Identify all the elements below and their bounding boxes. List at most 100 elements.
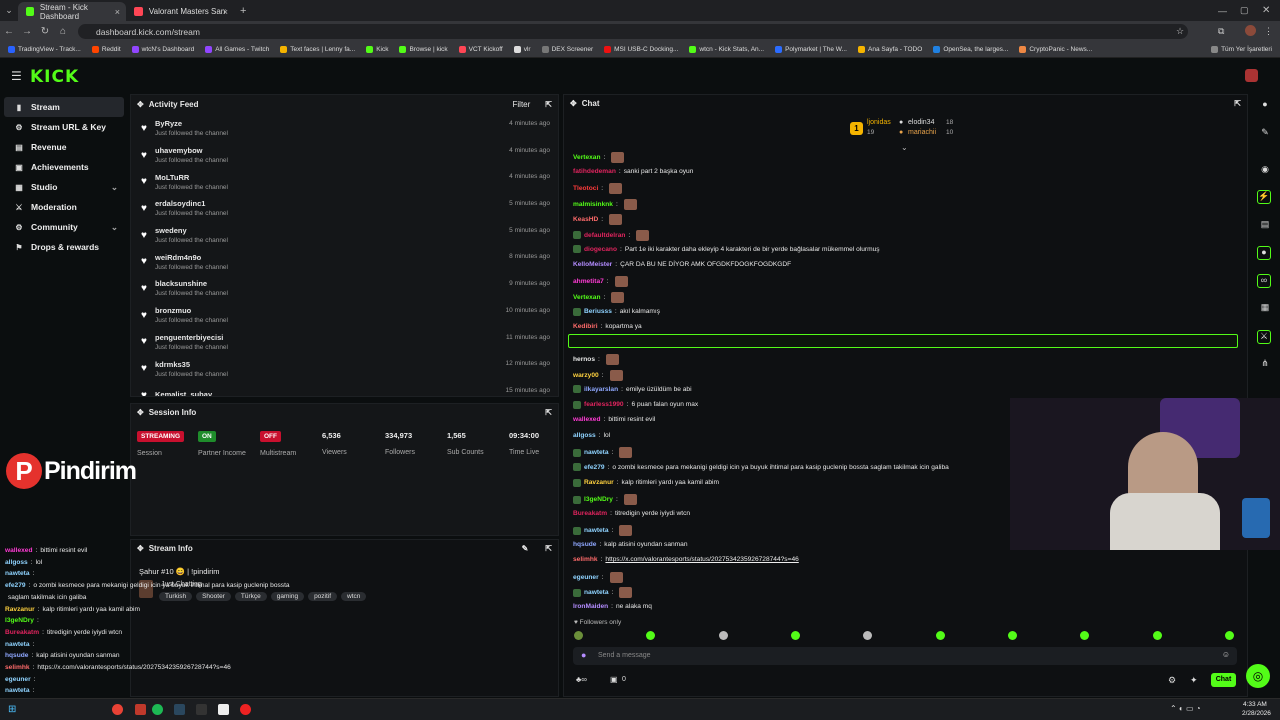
bookmark-item[interactable]: CryptoPanic - News... bbox=[1019, 45, 1092, 53]
document-icon[interactable]: ▤ bbox=[1258, 219, 1272, 233]
stream-tag[interactable]: Shooter bbox=[196, 592, 231, 601]
window-close-icon[interactable]: ✕ bbox=[1262, 5, 1270, 16]
activity-item[interactable]: ♥ ByRyze Just followed the channel 4 minute… bbox=[131, 115, 558, 142]
activity-item[interactable]: ♥ kdrmks35 Just followed the channel 12 min… bbox=[131, 355, 558, 382]
taskbar-app-icon[interactable] bbox=[174, 704, 185, 715]
window-minimize-icon[interactable]: — bbox=[1218, 6, 1227, 16]
pencil-icon[interactable]: ✎ bbox=[1258, 127, 1272, 141]
filter-button[interactable]: Filter bbox=[513, 100, 531, 109]
chat-username[interactable]: nawteta bbox=[584, 589, 609, 596]
sidebar-item-stream-url-key[interactable]: ⚙ Stream URL & Key bbox=[4, 117, 124, 137]
bookmark-item[interactable]: Reddit bbox=[91, 45, 121, 53]
chat-username[interactable]: KelloMeister bbox=[573, 261, 612, 268]
link-icon[interactable]: ∞ bbox=[1257, 274, 1271, 288]
chat-username[interactable]: I3geNDry bbox=[584, 496, 613, 503]
bookmark-star-icon[interactable]: ☆ bbox=[1176, 26, 1184, 37]
chat-username[interactable]: diogecano bbox=[584, 246, 617, 253]
chat-message[interactable]: fearless1990:6 puan falan oyun max bbox=[573, 400, 698, 409]
tab-kick-dashboard[interactable]: Stream - Kick Dashboard × bbox=[18, 2, 126, 21]
bookmark-item[interactable]: Browse | kick bbox=[399, 45, 448, 53]
chat-username[interactable]: defaultdelran bbox=[584, 232, 625, 239]
chat-username[interactable]: fearless1990 bbox=[584, 401, 624, 408]
bookmark-item[interactable]: TradingView - Track... bbox=[8, 45, 81, 53]
quick-emote-icon[interactable] bbox=[574, 631, 583, 640]
chat-message[interactable]: selimhk: https://x.com/valorantesports/st… bbox=[573, 556, 799, 563]
stream-tag[interactable]: gaming bbox=[270, 592, 305, 601]
bookmark-item[interactable]: Kick bbox=[366, 45, 388, 53]
bookmark-item[interactable]: vlr bbox=[513, 45, 531, 53]
forward-icon[interactable]: → bbox=[18, 26, 36, 37]
chat-message[interactable]: Vertexan: bbox=[573, 152, 625, 163]
chat-username[interactable]: malmisinknk bbox=[573, 201, 613, 208]
drag-handle-icon[interactable]: ✥ bbox=[137, 544, 144, 553]
activity-item[interactable]: ♥ swedeny Just followed the channel 5 minut… bbox=[131, 222, 558, 249]
bookmark-item[interactable]: Polymarket | The W... bbox=[775, 45, 847, 53]
share-icon[interactable]: ⋔ bbox=[1258, 358, 1272, 372]
activity-item[interactable]: ♥ MoLTuRR Just followed the channel 4 minut… bbox=[131, 168, 558, 195]
close-icon[interactable]: × bbox=[223, 7, 228, 17]
sword-tool-icon[interactable]: ⚔ bbox=[1257, 330, 1271, 344]
quick-emote-icon[interactable] bbox=[790, 631, 800, 640]
tab-search-icon[interactable]: ⌄ bbox=[0, 5, 18, 16]
emoji-picker-icon[interactable]: ☺ bbox=[1222, 650, 1230, 659]
kick-logo[interactable]: KICK bbox=[30, 67, 79, 87]
stream-tag[interactable]: Turkish bbox=[159, 592, 193, 601]
chat-username[interactable]: hernos bbox=[573, 356, 595, 363]
chat-message[interactable]: warzy00: bbox=[573, 369, 623, 381]
channel-points-icon[interactable]: ♣∞ bbox=[576, 675, 587, 684]
chat-message[interactable]: malmisinknk: bbox=[573, 198, 637, 210]
hamburger-menu-icon[interactable]: ☰ bbox=[11, 69, 22, 83]
activity-item[interactable]: ♥ Kemalist_subay 15 minutes ago bbox=[131, 382, 558, 396]
quick-emote-icon[interactable] bbox=[1224, 631, 1234, 640]
bookmark-item[interactable]: wtcn - Kick Stats, An... bbox=[689, 45, 764, 53]
chat-message[interactable]: Beriusss: akıl kalmamış bbox=[573, 307, 660, 316]
drag-handle-icon[interactable]: ✥ bbox=[570, 99, 577, 108]
chat-message[interactable]: defaultdelran: bbox=[573, 229, 650, 241]
sidebar-item-studio[interactable]: ▦ Studio ⌄ bbox=[4, 177, 124, 197]
quick-emote-icon[interactable] bbox=[646, 631, 656, 640]
profile-avatar[interactable] bbox=[1245, 25, 1256, 36]
chat-message[interactable]: KeasHD: bbox=[573, 214, 623, 226]
taskbar-app-icon[interactable] bbox=[240, 704, 251, 715]
chat-message[interactable]: diogecano: Part 1e iki karakter daha ekle… bbox=[573, 245, 880, 254]
all-bookmarks[interactable]: Tüm Yer İşaretleri bbox=[1211, 45, 1272, 53]
chat-username[interactable]: Tleotoci bbox=[573, 185, 598, 192]
activity-item[interactable]: ♥ weiRdm4n9o Just followed the channel 8 mi… bbox=[131, 248, 558, 275]
bookmark-item[interactable]: VCT Kickoff bbox=[458, 45, 503, 53]
chat-message[interactable]: Bureakatm: titredigin yerde iyiydi wtcn bbox=[573, 510, 690, 517]
popout-icon[interactable]: ⇱ bbox=[1234, 99, 1241, 108]
chat-bubble-icon[interactable]: ● bbox=[1257, 246, 1271, 260]
window-maximize-icon[interactable]: ▢ bbox=[1240, 5, 1249, 16]
activity-item[interactable]: ♥ blacksunshine Just followed the channel 9… bbox=[131, 275, 558, 302]
chat-message[interactable]: Tleotoci: bbox=[573, 183, 623, 195]
activity-item[interactable]: ♥ uhavemybow Just followed the channel 4 mi… bbox=[131, 142, 558, 169]
bookmark-item[interactable]: OpenSea, the larges... bbox=[933, 45, 1008, 53]
bookmark-item[interactable]: MSI USB-C Docking... bbox=[604, 45, 678, 53]
chat-username[interactable]: ilkayarslan bbox=[584, 386, 618, 393]
sidebar-item-community[interactable]: ⚙ Community ⌄ bbox=[4, 217, 124, 237]
quick-emote-icon[interactable] bbox=[863, 631, 873, 640]
bookmark-item[interactable]: Text faces | Lenny fa... bbox=[280, 45, 355, 53]
chat-message[interactable]: efe279: o zombi kesmece para mekanigi gel… bbox=[573, 463, 949, 471]
chat-username[interactable]: Vertexan bbox=[573, 294, 601, 301]
activity-item[interactable]: ♥ erdalsoydinc1 Just followed the channel 5… bbox=[131, 195, 558, 222]
new-tab-icon[interactable]: + bbox=[240, 5, 246, 17]
chat-username[interactable]: efe279 bbox=[584, 464, 605, 471]
info-icon[interactable]: ● bbox=[1258, 99, 1272, 113]
chat-username[interactable]: Bureakatm bbox=[573, 510, 607, 517]
chat-username[interactable]: egeuner bbox=[573, 574, 599, 581]
microphone-icon[interactable]: ● bbox=[581, 650, 586, 660]
chat-username[interactable]: Beriusss bbox=[584, 308, 612, 315]
chat-message[interactable]: hernos: bbox=[573, 354, 619, 366]
chat-username[interactable]: Kedibiri bbox=[573, 323, 598, 330]
gift-box-icon[interactable]: ▣ bbox=[610, 675, 618, 684]
chat-message[interactable]: Vertexan: bbox=[573, 291, 625, 303]
sidebar-item-drops-rewards[interactable]: ⚑ Drops & rewards bbox=[4, 237, 124, 257]
chat-username[interactable]: Ravzanur bbox=[584, 479, 614, 486]
sidebar-item-stream[interactable]: ▮ Stream bbox=[4, 97, 124, 117]
system-tray[interactable]: ⌃ ◐ ▭ ◔ bbox=[1170, 704, 1201, 713]
sidebar-item-revenue[interactable]: ▤ Revenue bbox=[4, 137, 124, 157]
drag-handle-icon[interactable]: ✥ bbox=[137, 100, 144, 109]
chat-input-box[interactable]: ● Send a message ☺ bbox=[573, 647, 1237, 665]
sidebar-item-moderation[interactable]: ⚔ Moderation bbox=[4, 197, 124, 217]
